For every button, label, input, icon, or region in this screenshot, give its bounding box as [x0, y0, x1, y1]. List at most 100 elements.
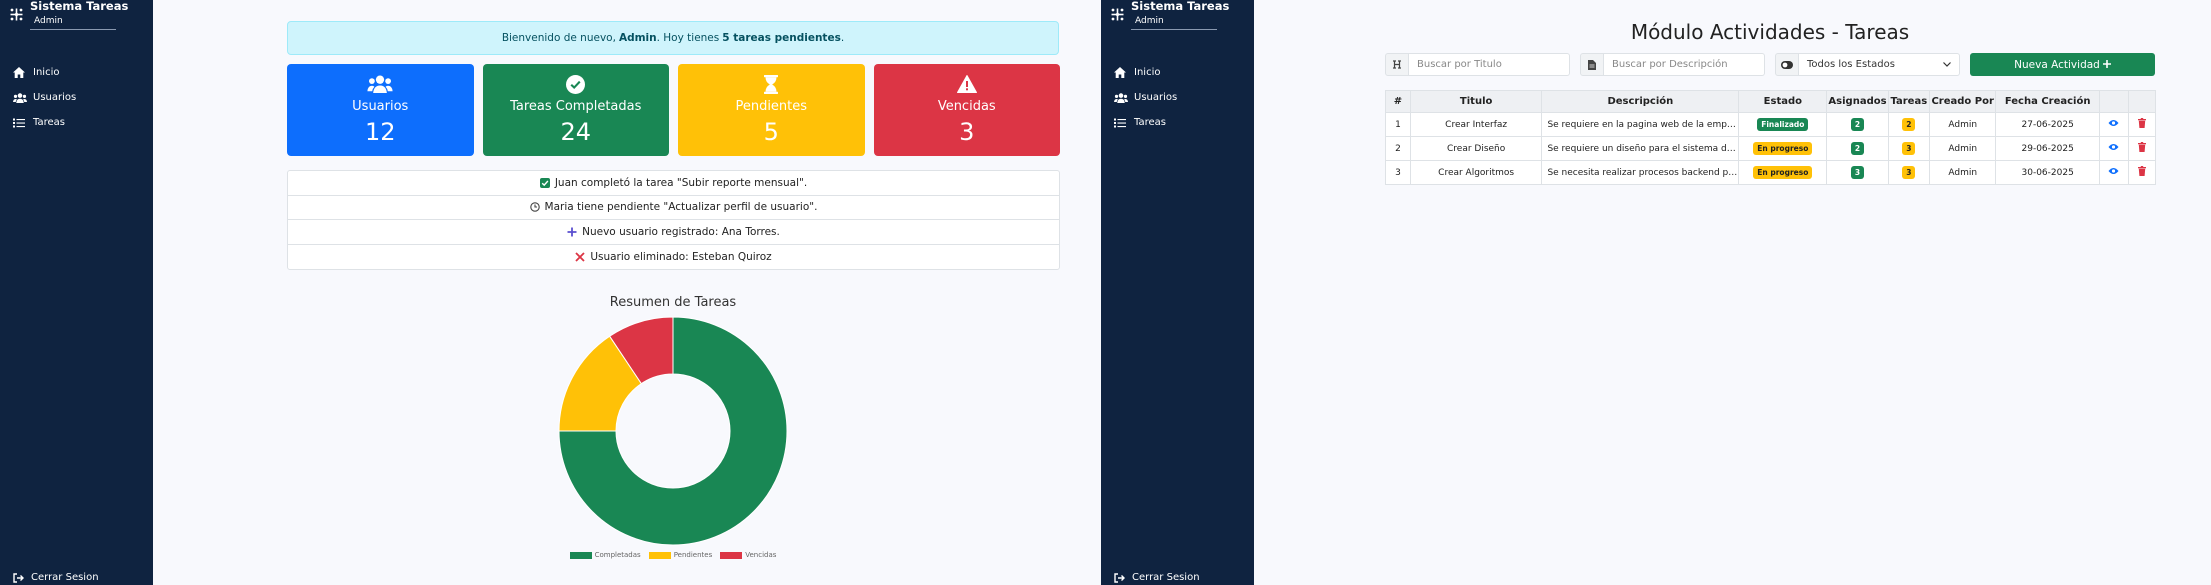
sidebar-item-usuarios[interactable]: Usuarios	[1101, 85, 1254, 110]
stats-cards: Usuarios 12 Tareas Completadas 24 Pendie…	[287, 64, 1060, 156]
new-activity-label: Nueva Actividad	[2014, 58, 2100, 71]
assigned-badge: 2	[1850, 142, 1865, 155]
alert-user: Admin	[618, 32, 657, 44]
cell-created-by: Admin	[1929, 112, 1997, 137]
col-header: Descripción	[1541, 90, 1740, 113]
cell-status: Finalizado	[1738, 112, 1828, 137]
home-icon	[13, 67, 33, 78]
card-label: Pendientes	[735, 99, 808, 114]
sidebar-dashboard: Sistema Tareas Admin Inicio Usuarios Tar…	[0, 0, 153, 585]
status-badge: En progreso	[1753, 166, 1813, 179]
sidebar-item-label: Inicio	[33, 67, 60, 78]
legend-label: Pendientes	[673, 551, 713, 559]
eye-icon[interactable]	[2108, 143, 2119, 151]
sidebar-item-usuarios[interactable]: Usuarios	[0, 85, 153, 110]
search-title-input[interactable]: Buscar por Titulo	[1409, 53, 1570, 76]
cell-status: En progreso	[1738, 136, 1828, 161]
col-header: Fecha Creación	[1995, 90, 2100, 113]
legend-label: Completadas	[594, 551, 641, 559]
sidebar-item-label: Usuarios	[1134, 92, 1178, 103]
list-item: Usuario eliminado: Esteban Quiroz	[288, 245, 1059, 270]
page-title: Módulo Actividades - Tareas	[1630, 20, 1910, 44]
cell-description: Se necesita realizar procesos backend pa…	[1541, 160, 1740, 185]
col-header	[2127, 90, 2157, 113]
status-badge: Finalizado	[1757, 118, 1809, 131]
alert-count: 5 tareas pendientes	[722, 32, 841, 44]
legend-label: Vencidas	[745, 551, 777, 559]
table-row: 3 Crear Algoritmos Se necesita realizar …	[1385, 160, 2157, 185]
cell-title: Crear Interfaz	[1409, 112, 1543, 137]
sidebar-user: Admin	[30, 16, 116, 30]
cell-id: 2	[1385, 136, 1411, 161]
cell-view	[2098, 136, 2129, 161]
sidebar-brand: Sistema Tareas Admin	[1101, 0, 1254, 38]
col-header: #	[1385, 90, 1411, 113]
welcome-alert: Bienvenido de nuevo, Admin. Hoy tienes 5…	[287, 21, 1059, 55]
alert-prefix: Bienvenido de nuevo,	[501, 32, 616, 44]
tasks-badge: 3	[1902, 142, 1916, 155]
logout-label: Cerrar Sesion	[1132, 572, 1200, 583]
activity-list: Juan completó la tarea "Subir reporte me…	[287, 170, 1060, 270]
status-filter[interactable]: Todos los Estados	[1775, 53, 1960, 76]
cell-tasks: 2	[1887, 112, 1931, 137]
col-header: Estado	[1738, 90, 1828, 113]
col-header: Titulo	[1409, 90, 1543, 113]
logout-button[interactable]: Cerrar Sesion	[1114, 572, 1200, 583]
status-select[interactable]: Todos los Estados	[1799, 53, 1960, 76]
eye-icon[interactable]	[2108, 167, 2119, 175]
trash-icon[interactable]	[2137, 118, 2146, 128]
search-desc-field[interactable]: Buscar por Descripción	[1580, 53, 1765, 76]
trash-icon[interactable]	[2137, 166, 2146, 176]
activity-text: Nuevo usuario registrado: Ana Torres.	[582, 225, 780, 238]
assigned-badge: 3	[1850, 166, 1865, 179]
cell-status: En progreso	[1738, 160, 1828, 185]
chevron-down-icon	[1943, 59, 1951, 70]
list-icon	[1114, 118, 1134, 128]
logo-icon	[1111, 8, 1131, 25]
trash-icon[interactable]	[2137, 142, 2146, 152]
plus-icon	[567, 227, 577, 237]
card-tareas-completadas: Tareas Completadas 24	[482, 64, 669, 156]
search-title-field[interactable]: Buscar por Titulo	[1385, 53, 1570, 76]
card-label: Tareas Completadas	[510, 99, 642, 114]
col-header: Asignados	[1826, 90, 1889, 113]
sidebar-item-tareas[interactable]: Tareas	[0, 110, 153, 135]
cell-title: Crear Algoritmos	[1409, 160, 1543, 185]
eye-icon[interactable]	[2108, 119, 2119, 127]
cell-id: 1	[1385, 112, 1411, 137]
new-activity-button[interactable]: Nueva Actividad	[1970, 53, 2155, 76]
sidebar-item-label: Tareas	[1134, 117, 1166, 128]
legend-swatch	[648, 551, 671, 559]
users-icon	[13, 92, 33, 103]
list-item: Juan completó la tarea "Subir reporte me…	[288, 171, 1059, 196]
card-usuarios: Usuarios 12	[287, 64, 474, 156]
sidebar-item-inicio[interactable]: Inicio	[1101, 60, 1254, 85]
heading-icon	[1385, 53, 1409, 76]
cell-date: 27-06-2025	[1995, 112, 2100, 137]
hourglass-icon	[764, 74, 779, 94]
cell-view	[2098, 112, 2129, 137]
tasks-table: # Titulo Descripción Estado Asignados Ta…	[1385, 90, 2157, 185]
plus-icon	[2102, 59, 2111, 71]
legend-swatch	[569, 551, 592, 559]
check-circle-icon	[566, 74, 586, 94]
assigned-badge: 2	[1850, 118, 1865, 131]
logout-label: Cerrar Sesion	[31, 572, 99, 583]
cell-description: Se requiere en la pagina web de la empre…	[1541, 112, 1740, 137]
sidebar-title: Sistema Tareas	[1131, 0, 1230, 13]
list-item: Nuevo usuario registrado: Ana Torres.	[288, 220, 1059, 245]
cell-assigned: 2	[1826, 112, 1889, 137]
legend-item-vencidas[interactable]: Vencidas	[720, 551, 776, 559]
legend-item-pendientes[interactable]: Pendientes	[648, 551, 713, 559]
sidebar-item-inicio[interactable]: Inicio	[0, 60, 153, 85]
cell-assigned: 2	[1826, 136, 1889, 161]
sidebar-item-tareas[interactable]: Tareas	[1101, 110, 1254, 135]
card-value: 3	[959, 118, 975, 146]
toggle-icon	[1775, 53, 1799, 76]
logout-button[interactable]: Cerrar Sesion	[13, 572, 99, 583]
cell-id: 3	[1385, 160, 1411, 185]
legend-item-completadas[interactable]: Completadas	[569, 551, 641, 559]
search-desc-input[interactable]: Buscar por Descripción	[1604, 53, 1765, 76]
cell-delete	[2127, 112, 2157, 137]
sidebar-title: Sistema Tareas	[30, 0, 129, 13]
